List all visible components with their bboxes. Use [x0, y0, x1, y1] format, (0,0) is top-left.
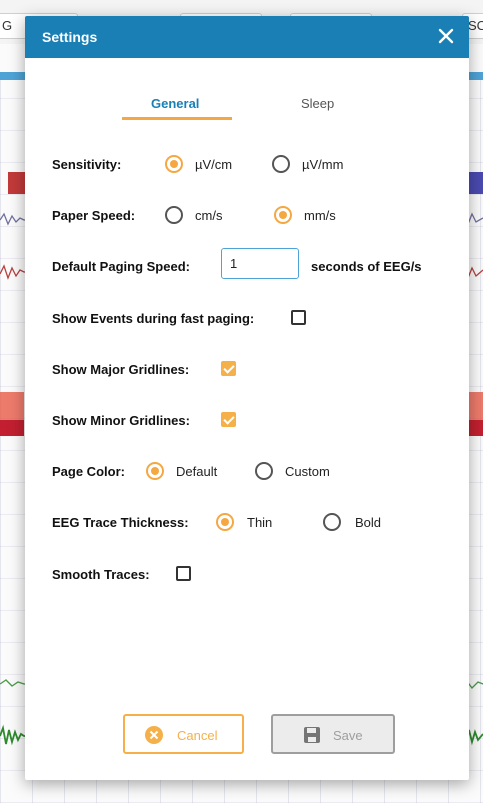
page-color-label: Page Color:	[52, 464, 125, 479]
minor-gridlines-label: Show Minor Gridlines:	[52, 413, 190, 428]
paging-speed-suffix: seconds of EEG/s	[311, 259, 422, 274]
save-button[interactable]: Save	[271, 714, 395, 754]
active-tab-indicator	[122, 117, 232, 120]
close-button[interactable]	[433, 23, 459, 49]
cancel-button-label: Cancel	[177, 728, 218, 743]
smooth-traces-label: Smooth Traces:	[52, 567, 150, 582]
save-button-label: Save	[333, 728, 363, 743]
paper-speed-mm-s-label: mm/s	[304, 208, 336, 223]
sensitivity-uv-cm-radio[interactable]	[165, 155, 183, 173]
major-gridlines-label: Show Major Gridlines:	[52, 362, 190, 377]
trace-thickness-bold-radio[interactable]	[323, 513, 341, 531]
page-color-custom-label: Custom	[285, 464, 330, 479]
background-tab-left-label: G	[2, 18, 13, 33]
paper-speed-cm-s-label: cm/s	[195, 208, 223, 223]
background-tab-right-label: SC	[468, 18, 483, 33]
paper-speed-cm-s-radio[interactable]	[165, 206, 183, 224]
trace-thickness-thin-radio[interactable]	[216, 513, 234, 531]
smooth-traces-checkbox[interactable]	[176, 566, 191, 581]
trace-thickness-bold-label: Bold	[355, 515, 382, 530]
page-color-default-radio[interactable]	[146, 462, 164, 480]
sensitivity-label: Sensitivity:	[52, 157, 122, 172]
show-events-label: Show Events during fast paging:	[52, 311, 255, 326]
paper-speed-mm-s-radio[interactable]	[274, 206, 292, 224]
sensitivity-uv-mm-radio[interactable]	[272, 155, 290, 173]
major-gridlines-checkbox[interactable]	[221, 361, 236, 376]
page-color-custom-radio[interactable]	[255, 462, 273, 480]
dialog-title: Settings	[42, 29, 98, 45]
tab-sleep[interactable]: Sleep	[301, 96, 334, 111]
cancel-circle-icon	[145, 726, 163, 744]
tab-general[interactable]: General	[151, 96, 199, 111]
close-icon	[438, 28, 454, 44]
sensitivity-uv-cm-label: µV/cm	[195, 157, 233, 172]
dialog-titlebar: Settings	[25, 16, 469, 58]
settings-dialog: Settings General Sleep Sensitivity: µV/c…	[25, 16, 469, 780]
background-red-marker	[8, 172, 26, 194]
cancel-button[interactable]: Cancel	[123, 714, 244, 754]
paging-speed-input[interactable]	[221, 248, 299, 279]
minor-gridlines-checkbox[interactable]	[221, 412, 236, 427]
trace-thickness-label: EEG Trace Thickness:	[52, 515, 189, 530]
page-color-default-label: Default	[176, 464, 218, 479]
paper-speed-label: Paper Speed:	[52, 208, 136, 223]
paging-speed-label: Default Paging Speed:	[52, 259, 190, 274]
trace-thickness-thin-label: Thin	[247, 515, 273, 530]
sensitivity-uv-mm-label: µV/mm	[302, 157, 344, 172]
floppy-disk-icon	[304, 727, 320, 743]
show-events-checkbox[interactable]	[291, 310, 306, 325]
